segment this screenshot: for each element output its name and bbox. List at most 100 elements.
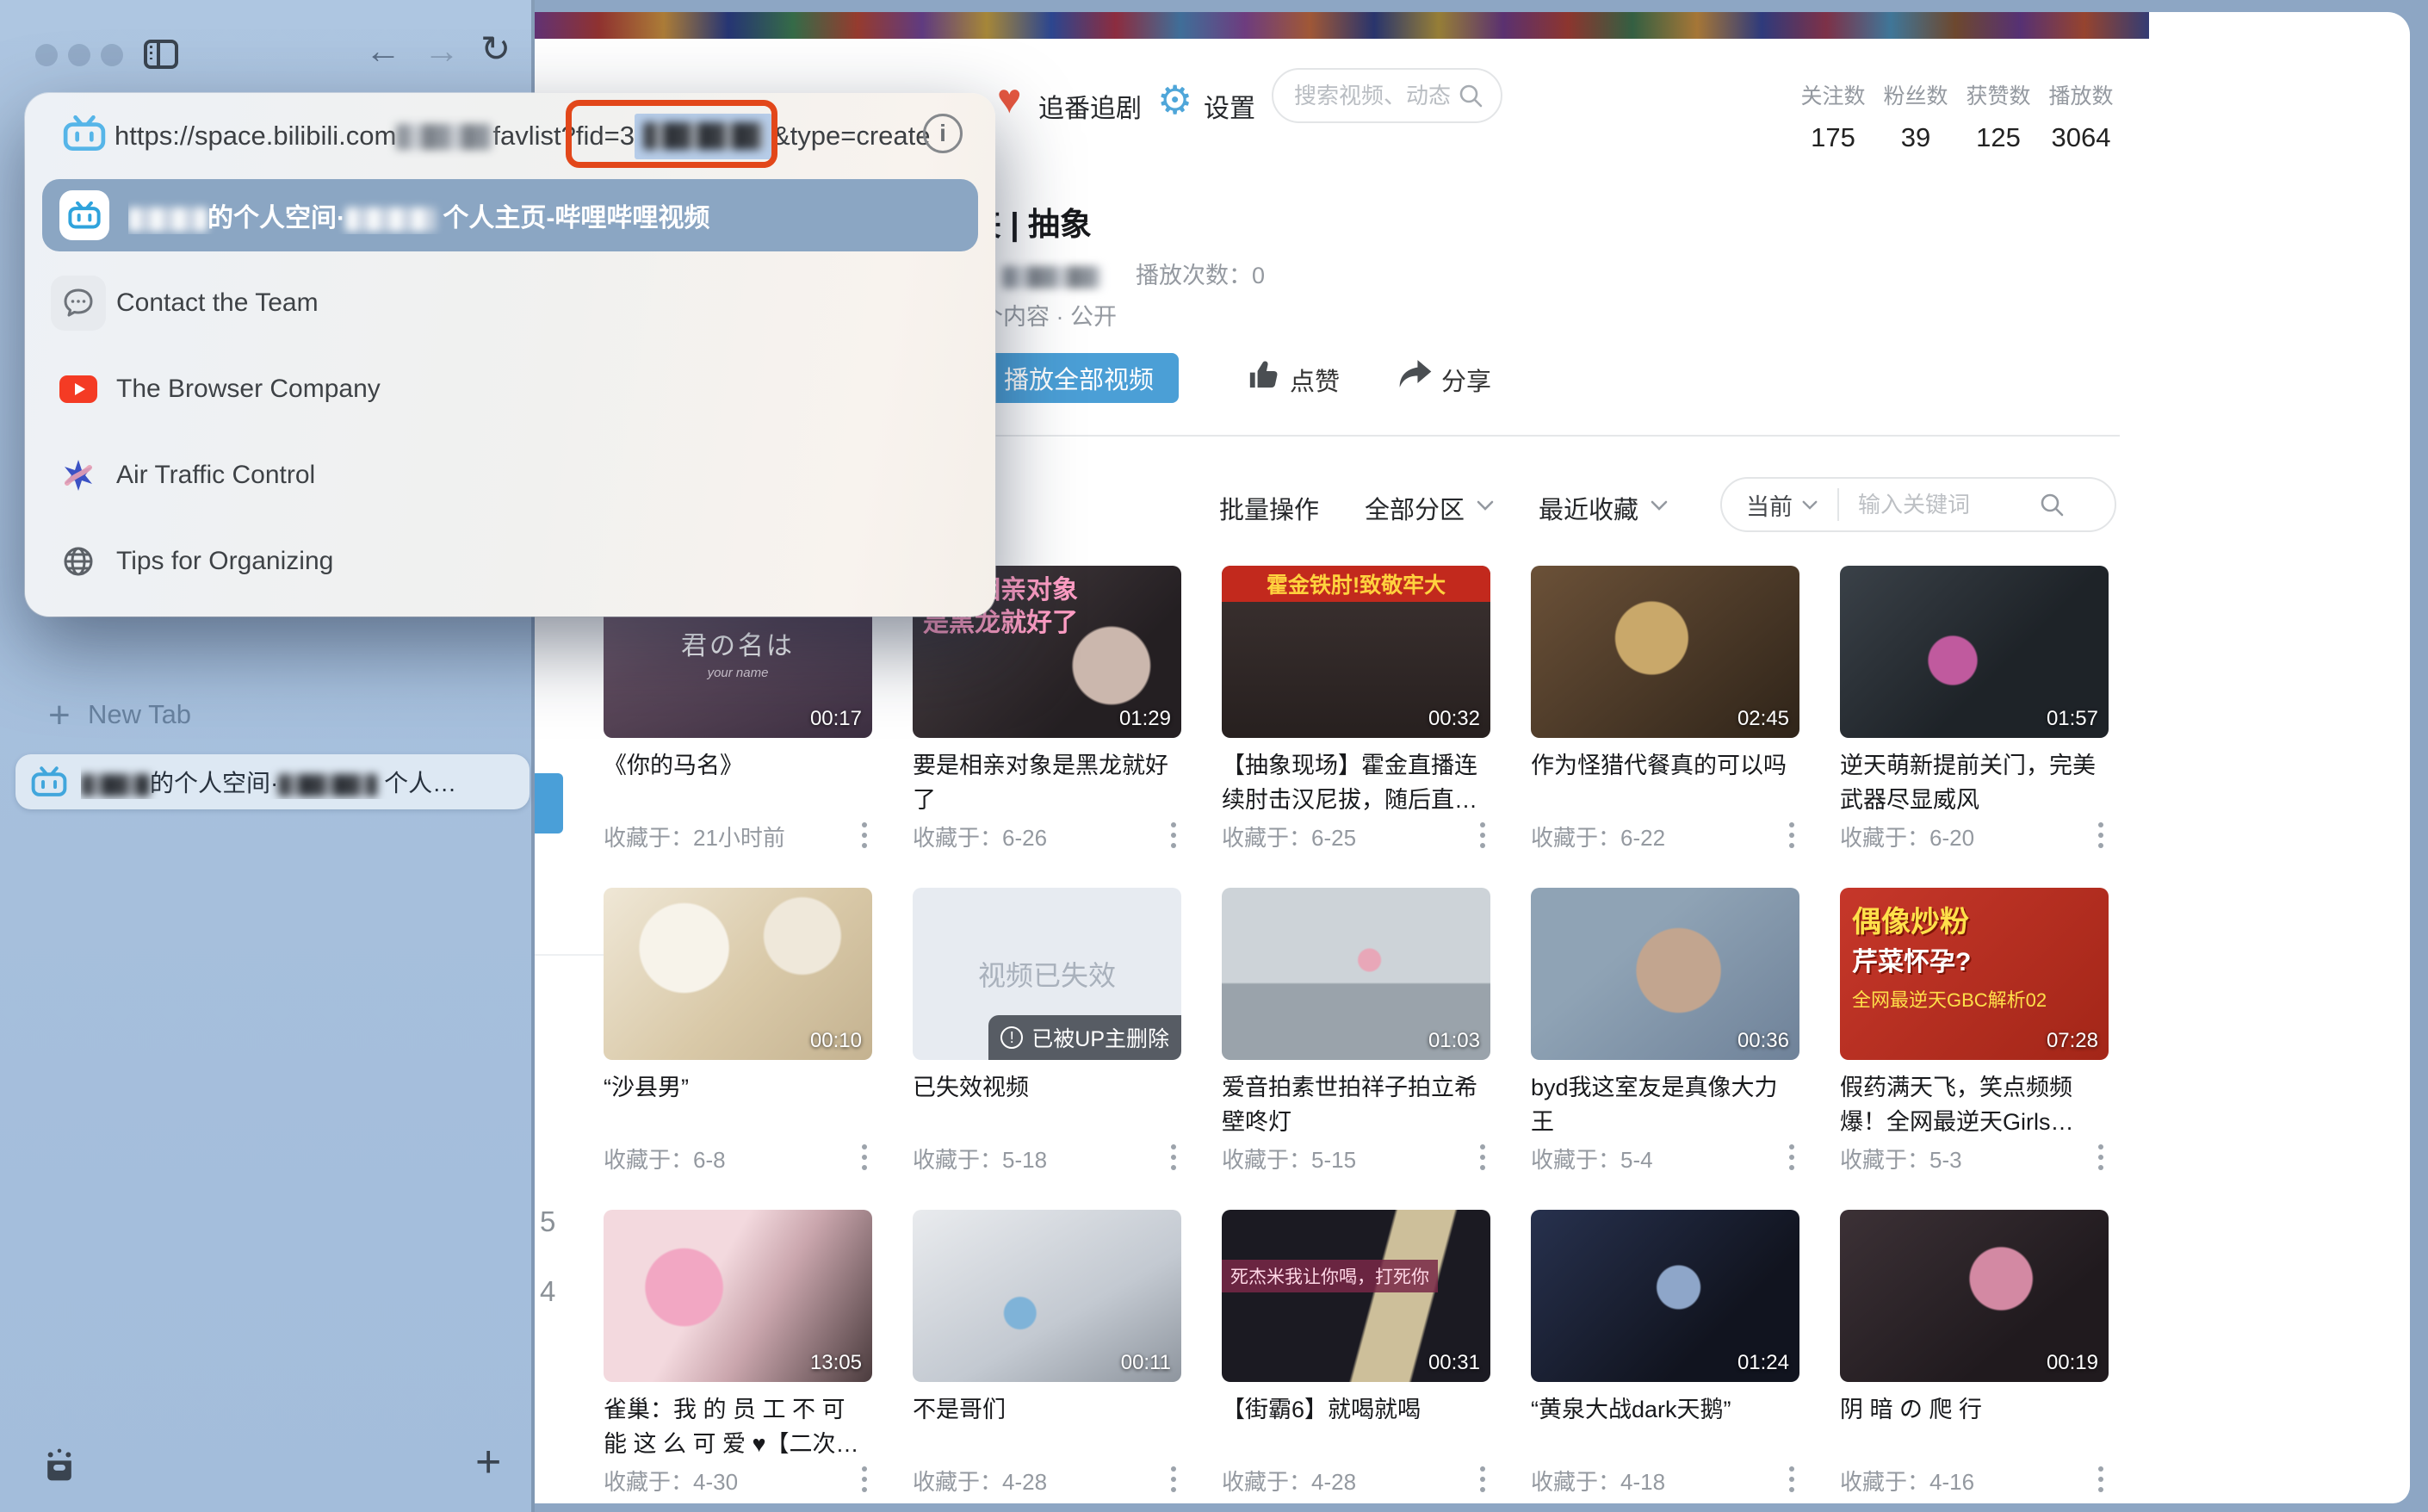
video-thumbnail[interactable]: 01:57: [1840, 566, 2109, 738]
video-title[interactable]: 【街霸6】就喝就喝: [1222, 1392, 1490, 1427]
video-thumbnail[interactable]: 02:45: [1531, 566, 1799, 738]
palette-item-contact-the-team[interactable]: Contact the Team: [25, 276, 995, 331]
back-icon[interactable]: ←: [365, 33, 401, 69]
video-thumbnail[interactable]: 01:03: [1222, 888, 1490, 1060]
video-duration: 02:45: [1737, 707, 1789, 731]
video-thumbnail[interactable]: 13:05: [604, 1210, 872, 1382]
video-title[interactable]: 《你的马名》: [604, 748, 872, 783]
more-menu-icon[interactable]: [1789, 1466, 1794, 1492]
video-title[interactable]: “黄泉大战dark天鹅”: [1531, 1392, 1799, 1427]
video-title[interactable]: 雀巢：我 的 员 工 不 可 能 这 么 可 爱 ♥【二次元爆改: [604, 1392, 872, 1461]
video-card[interactable]: 偶像炒粉芹菜怀孕?全网最逆天GBC解析02 07:28 假药满天飞，笑点频频爆！…: [1840, 888, 2109, 1186]
video-thumbnail[interactable]: 00:10: [604, 888, 872, 1060]
window-close-button[interactable]: [35, 44, 58, 66]
batch-operate-button[interactable]: 批量操作: [1219, 490, 1319, 526]
video-title[interactable]: 假药满天飞，笑点频频爆！全网最逆天Girls Band Cry解析: [1840, 1070, 2109, 1139]
new-tab-button[interactable]: New Tab: [88, 699, 191, 730]
video-thumbnail[interactable]: 霍金铁肘!致敬牢大 00:32: [1222, 566, 1490, 738]
active-tab[interactable]: 的个人空间· 个人…: [15, 754, 530, 809]
video-thumbnail[interactable]: 01:24: [1531, 1210, 1799, 1382]
search-icon[interactable]: [2039, 492, 2065, 517]
stat-likes[interactable]: 获赞数125: [1963, 79, 2034, 153]
nav-settings[interactable]: 设置: [1204, 87, 1255, 125]
stat-followers[interactable]: 粉丝数39: [1880, 79, 1951, 153]
video-title[interactable]: 已失效视频: [913, 1070, 1181, 1105]
video-thumbnail[interactable]: 00:36: [1531, 888, 1799, 1060]
like-button[interactable]: 点赞: [1290, 362, 1340, 398]
video-thumbnail[interactable]: 00:11: [913, 1210, 1181, 1382]
video-card[interactable]: 死杰米我让你喝，打死你 00:31 【街霸6】就喝就喝 收藏于：4-28: [1222, 1210, 1490, 1508]
video-card[interactable]: 00:19 阴 暗 の 爬 行 收藏于：4-16: [1840, 1210, 2109, 1508]
more-menu-icon[interactable]: [1171, 1466, 1176, 1492]
video-title[interactable]: 爱音拍素世拍祥子拍立希壁咚灯: [1222, 1070, 1490, 1139]
video-title[interactable]: 不是哥们: [913, 1392, 1181, 1427]
youtube-icon: [51, 362, 106, 417]
bilibili-favicon: [59, 190, 109, 240]
more-menu-icon[interactable]: [2098, 822, 2103, 848]
more-menu-icon[interactable]: [1480, 1466, 1485, 1492]
info-icon[interactable]: i: [923, 114, 963, 153]
video-title[interactable]: 要是相亲对象是黑龙就好了: [913, 748, 1181, 817]
more-menu-icon[interactable]: [1789, 1144, 1794, 1170]
video-card[interactable]: 01:57 逆天萌新提前关门，完美武器尽显威风 收藏于：6-20: [1840, 566, 2109, 864]
video-title[interactable]: byd我这室友是真像大力王: [1531, 1070, 1799, 1139]
video-title[interactable]: 作为怪猎代餐真的可以吗: [1531, 748, 1799, 783]
forward-icon[interactable]: →: [424, 33, 460, 69]
video-card[interactable]: 霍金铁肘!致敬牢大 00:32 【抽象现场】霍金直播连续肘击汉尼拔，随后直播间被…: [1222, 566, 1490, 864]
window-minimize-button[interactable]: [68, 44, 90, 66]
video-card[interactable]: 02:45 作为怪猎代餐真的可以吗 收藏于：6-22: [1531, 566, 1799, 864]
url-bar[interactable]: https://space.bilibili.comfavlist?fid=3&…: [25, 93, 995, 183]
video-thumbnail[interactable]: 00:19: [1840, 1210, 2109, 1382]
video-title[interactable]: “沙县男”: [604, 1070, 872, 1105]
keyword-input[interactable]: [1858, 492, 2039, 518]
reload-icon[interactable]: ↻: [480, 31, 511, 67]
more-menu-icon[interactable]: [862, 822, 867, 848]
bili-search[interactable]: [1272, 68, 1502, 123]
stat-following[interactable]: 关注数175: [1798, 79, 1868, 153]
share-button[interactable]: 分享: [1441, 362, 1491, 398]
suggestion-current-page[interactable]: 的个人空间· 个人主页-哔哩哔哩视频: [42, 179, 978, 251]
share-icon[interactable]: [1397, 355, 1434, 393]
category-dropdown[interactable]: 全部分区: [1365, 490, 1465, 526]
thumbs-up-icon[interactable]: [1245, 356, 1281, 393]
scope-dropdown[interactable]: 当前: [1746, 488, 1793, 522]
play-all-button[interactable]: 播放全部视频: [979, 353, 1179, 403]
bili-search-input[interactable]: [1294, 83, 1458, 109]
more-menu-icon[interactable]: [1171, 822, 1176, 848]
video-card[interactable]: 视频已失效!已被UP主删除 已失效视频 收藏于：5-18: [913, 888, 1181, 1186]
library-icon[interactable]: [40, 1445, 79, 1484]
more-menu-icon[interactable]: [1480, 1144, 1485, 1170]
window-zoom-button[interactable]: [101, 44, 123, 66]
video-card[interactable]: 01:24 “黄泉大战dark天鹅” 收藏于：4-18: [1531, 1210, 1799, 1508]
more-menu-icon[interactable]: [1789, 822, 1794, 848]
video-duration: 07:28: [2047, 1029, 2098, 1053]
video-card[interactable]: 00:11 不是哥们 收藏于：4-28: [913, 1210, 1181, 1508]
more-menu-icon[interactable]: [2098, 1466, 2103, 1492]
video-title[interactable]: 阴 暗 の 爬 行: [1840, 1392, 2109, 1427]
video-card[interactable]: 00:10 “沙县男” 收藏于：6-8: [604, 888, 872, 1186]
video-card[interactable]: 00:36 byd我这室友是真像大力王 收藏于：5-4: [1531, 888, 1799, 1186]
sidebar-toggle-icon[interactable]: [144, 40, 178, 69]
stat-plays[interactable]: 播放数3064: [2046, 79, 2116, 153]
active-favlist-indicator[interactable]: [535, 773, 563, 833]
video-title[interactable]: 逆天萌新提前关门，完美武器尽显威风: [1840, 748, 2109, 817]
url-text[interactable]: https://space.bilibili.comfavlist?fid=3&…: [115, 121, 931, 152]
palette-item-tips-for-organizing[interactable]: Tips for Organizing: [25, 534, 995, 589]
more-menu-icon[interactable]: [1171, 1144, 1176, 1170]
palette-item-the-browser-company[interactable]: The Browser Company: [25, 362, 995, 417]
video-card[interactable]: 01:03 爱音拍素世拍祥子拍立希壁咚灯 收藏于：5-15: [1222, 888, 1490, 1186]
more-menu-icon[interactable]: [862, 1466, 867, 1492]
video-thumbnail[interactable]: 视频已失效!已被UP主删除: [913, 888, 1181, 1060]
sort-dropdown[interactable]: 最近收藏: [1539, 490, 1638, 526]
nav-bangumi[interactable]: 追番追剧: [1038, 87, 1142, 125]
video-thumbnail[interactable]: 死杰米我让你喝，打死你 00:31: [1222, 1210, 1490, 1382]
more-menu-icon[interactable]: [862, 1144, 867, 1170]
more-menu-icon[interactable]: [2098, 1144, 2103, 1170]
video-title[interactable]: 【抽象现场】霍金直播连续肘击汉尼拔，随后直播间被封: [1222, 748, 1490, 817]
video-card[interactable]: 13:05 雀巢：我 的 员 工 不 可 能 这 么 可 爱 ♥【二次元爆改 收…: [604, 1210, 872, 1508]
palette-item-air-traffic-control[interactable]: Air Traffic Control: [25, 448, 995, 503]
video-thumbnail[interactable]: 偶像炒粉芹菜怀孕?全网最逆天GBC解析02 07:28: [1840, 888, 2109, 1060]
video-duration: 13:05: [810, 1351, 862, 1375]
new-item-plus-button[interactable]: +: [475, 1436, 501, 1488]
more-menu-icon[interactable]: [1480, 822, 1485, 848]
